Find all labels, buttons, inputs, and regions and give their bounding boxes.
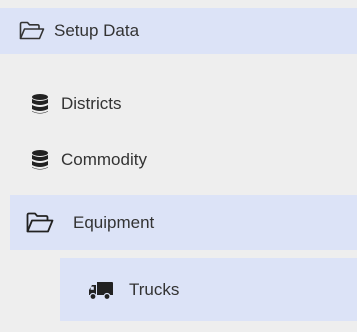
- tree-item-label: Commodity: [61, 150, 147, 169]
- database-icon: [30, 93, 50, 115]
- tree-item-equipment[interactable]: Equipment: [10, 195, 357, 250]
- tree-item-label: Trucks: [129, 279, 180, 299]
- tree-item-districts[interactable]: Districts: [0, 80, 357, 128]
- tree-item-commodity[interactable]: Commodity: [0, 136, 357, 184]
- tree-item-trucks[interactable]: Trucks: [60, 258, 357, 321]
- truck-icon: [88, 279, 114, 301]
- tree-item-setup-data[interactable]: Setup Data: [0, 8, 357, 54]
- database-icon: [30, 149, 50, 171]
- tree-item-label: Equipment: [73, 212, 155, 232]
- folder-open-icon: [19, 21, 45, 41]
- tree-item-label: Setup Data: [54, 21, 140, 40]
- folder-open-icon: [26, 212, 54, 234]
- tree-item-label: Districts: [61, 94, 122, 113]
